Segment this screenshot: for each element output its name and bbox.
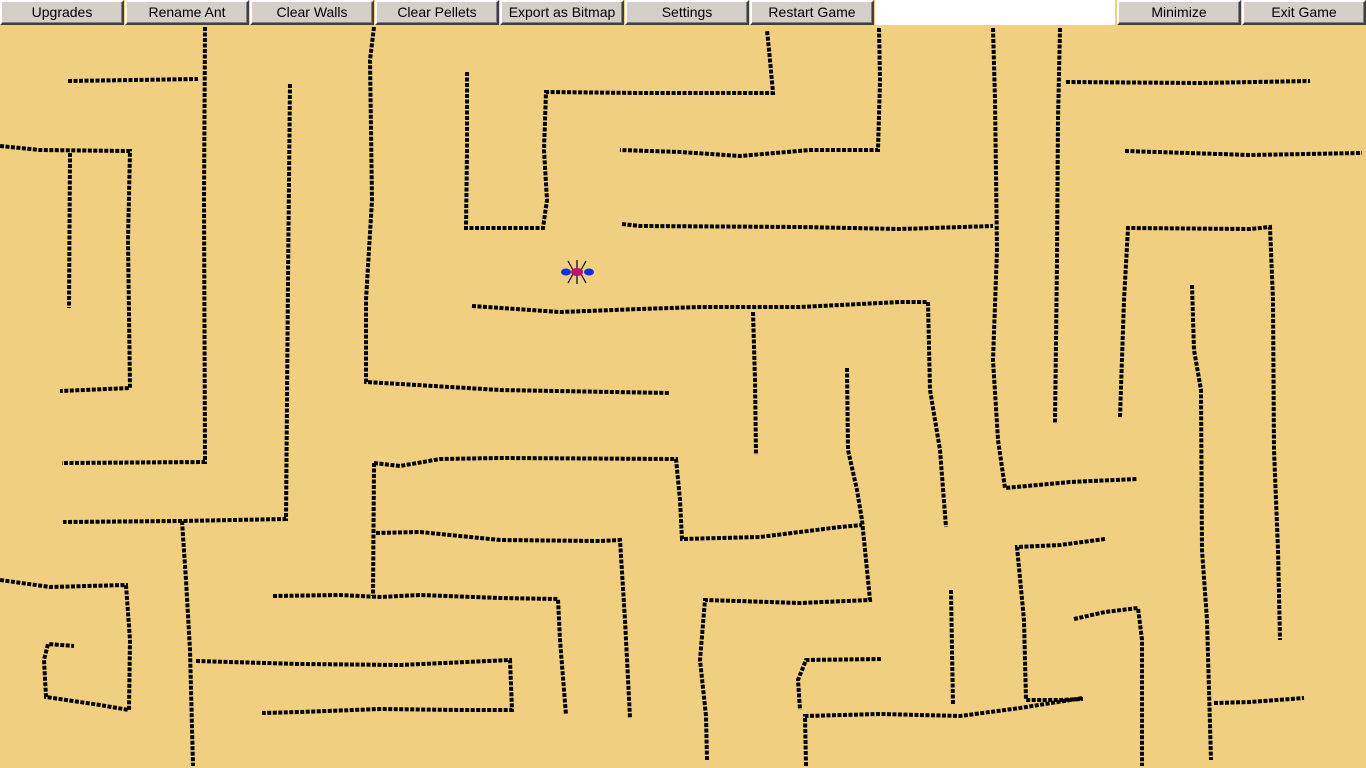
maze-wall — [1213, 696, 1305, 705]
maze-wall — [272, 592, 568, 716]
maze-wall — [61, 26, 208, 465]
maze-wall — [0, 144, 133, 393]
maze-wall — [621, 222, 994, 232]
maze-wall — [1190, 284, 1213, 761]
maze-wall — [949, 589, 955, 706]
maze-wall — [1065, 79, 1311, 86]
maze-wall — [802, 696, 1084, 767]
maze-wall — [751, 311, 758, 456]
maze-wall — [1053, 27, 1062, 424]
maze-wall — [795, 657, 882, 711]
maze-wall — [375, 529, 632, 719]
minimize-button[interactable]: Minimize — [1117, 0, 1241, 25]
toolbar: Upgrades Rename Ant Clear Walls Clear Pe… — [0, 0, 1366, 25]
maze-wall — [180, 520, 195, 767]
rename-ant-button[interactable]: Rename Ant — [125, 0, 249, 25]
maze-wall — [67, 152, 72, 309]
maze-wall — [463, 29, 776, 230]
maze-wall — [364, 26, 671, 395]
exit-game-button[interactable]: Exit Game — [1242, 0, 1366, 25]
maze-wall — [1014, 537, 1106, 702]
maze-wall — [471, 300, 948, 528]
maze-wall — [67, 77, 199, 83]
maze-canvas[interactable] — [0, 25, 1366, 768]
settings-button[interactable]: Settings — [625, 0, 749, 25]
maze-wall — [0, 578, 133, 713]
maze-wall — [371, 462, 376, 597]
export-bitmap-button[interactable]: Export as Bitmap — [500, 0, 624, 25]
clear-pellets-button[interactable]: Clear Pellets — [375, 0, 499, 25]
ant-icon — [561, 260, 594, 284]
maze-wall — [373, 455, 863, 542]
maze-wall — [1124, 149, 1363, 158]
upgrades-button[interactable]: Upgrades — [0, 0, 124, 25]
clear-walls-button[interactable]: Clear Walls — [250, 0, 374, 25]
maze-wall — [195, 657, 515, 715]
maze-wall — [1073, 605, 1144, 766]
restart-game-button[interactable]: Restart Game — [750, 0, 874, 25]
ant-name-input[interactable] — [875, 0, 1115, 25]
maze-wall — [697, 367, 873, 761]
maze-wall — [990, 27, 1138, 491]
